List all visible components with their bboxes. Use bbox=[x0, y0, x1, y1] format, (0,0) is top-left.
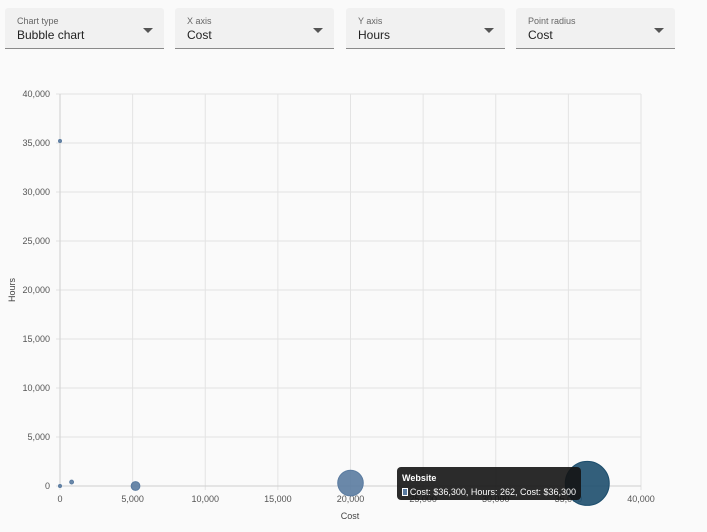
x-axis-title: Cost bbox=[341, 511, 360, 521]
x-tick-label: 15,000 bbox=[264, 494, 292, 504]
tick-labels: 0 5,000 10,000 15,000 20,000 25,000 30,000 35,0… bbox=[22, 89, 654, 504]
x-tick-label: 10,000 bbox=[191, 494, 219, 504]
y-tick-label: 10,000 bbox=[22, 383, 50, 393]
bubble-chart: 0 5,000 10,000 15,000 20,000 25,000 30,000 35,0… bbox=[7, 89, 655, 521]
chart-page: Chart type Bubble chart X axis Cost Y ax… bbox=[0, 0, 707, 532]
grid bbox=[56, 93, 642, 490]
y-tick-label: 5,000 bbox=[27, 432, 50, 442]
data-point-highlighted[interactable] bbox=[564, 460, 610, 506]
data-point[interactable] bbox=[337, 469, 364, 497]
data-point[interactable] bbox=[58, 139, 62, 144]
y-tick-label: 40,000 bbox=[22, 89, 50, 99]
y-axis-title: Hours bbox=[7, 278, 17, 303]
x-tick-label: 0 bbox=[57, 494, 62, 504]
data-point[interactable] bbox=[58, 484, 62, 488]
data-point[interactable] bbox=[69, 479, 75, 485]
x-tick-label: 40,000 bbox=[627, 494, 655, 504]
data-points bbox=[58, 139, 610, 506]
x-tick-label: 30,000 bbox=[482, 494, 510, 504]
data-point[interactable] bbox=[130, 481, 141, 491]
y-tick-label: 25,000 bbox=[22, 236, 50, 246]
y-tick-label: 0 bbox=[45, 481, 50, 491]
x-tick-label: 5,000 bbox=[121, 494, 144, 504]
x-tick-label: 25,000 bbox=[409, 494, 437, 504]
y-tick-label: 15,000 bbox=[22, 334, 50, 344]
y-tick-label: 35,000 bbox=[22, 138, 50, 148]
y-tick-label: 20,000 bbox=[22, 285, 50, 295]
y-tick-label: 30,000 bbox=[22, 187, 50, 197]
